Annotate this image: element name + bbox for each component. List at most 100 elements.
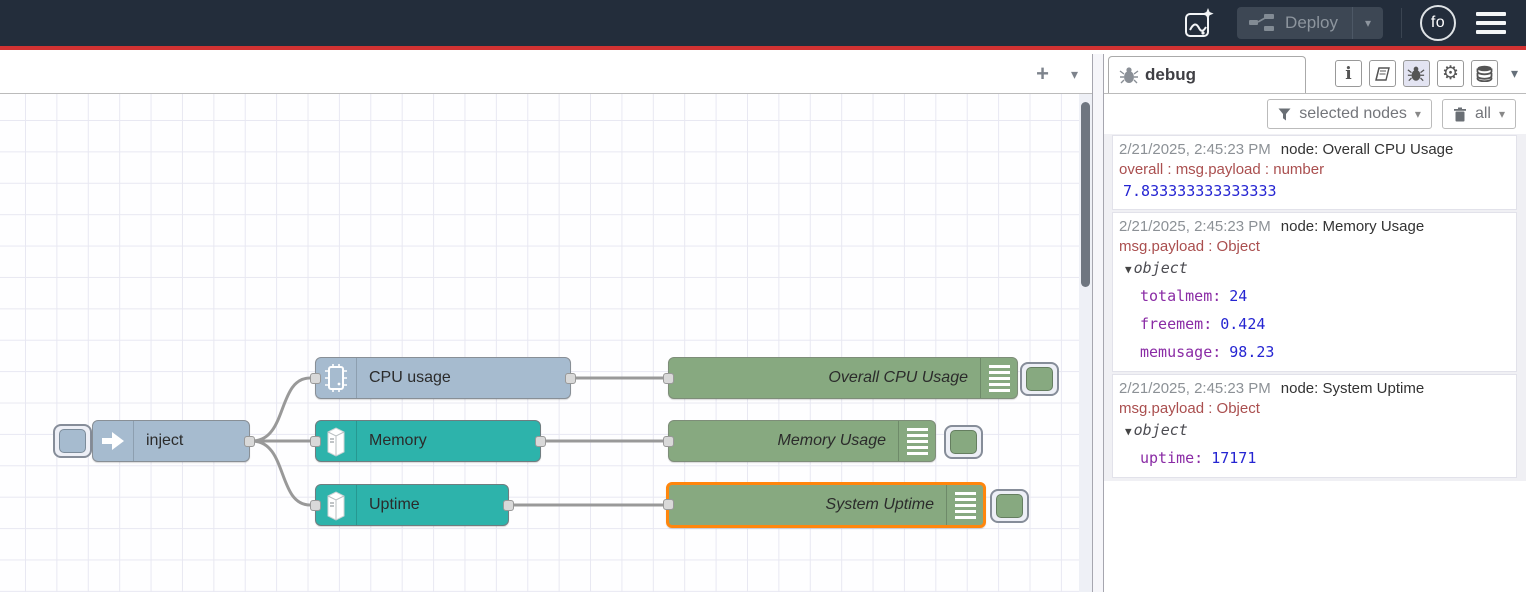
node-label: Memory bbox=[357, 421, 540, 461]
debug-message[interactable]: 2/21/2025, 2:45:23 PMnode: Overall CPU U… bbox=[1112, 135, 1517, 210]
debug-tab-button[interactable] bbox=[1403, 60, 1430, 87]
node-inject[interactable]: inject bbox=[92, 420, 250, 462]
header-bar: Deploy ▾ fo bbox=[0, 0, 1526, 50]
debug-message[interactable]: 2/21/2025, 2:45:23 PMnode: System Uptime… bbox=[1112, 374, 1517, 478]
main-menu-button[interactable] bbox=[1474, 8, 1508, 38]
header-separator bbox=[1401, 8, 1402, 38]
entry-value: 0.424 bbox=[1220, 315, 1265, 333]
debug-toggle-button[interactable] bbox=[990, 489, 1029, 523]
inject-trigger-button[interactable] bbox=[53, 424, 92, 458]
node-label: inject bbox=[134, 421, 249, 461]
debug-filter-row: selected nodes ▾ all ▾ bbox=[1104, 94, 1526, 134]
input-port[interactable] bbox=[663, 436, 674, 447]
node-memory[interactable]: Memory bbox=[315, 420, 541, 462]
info-tab-button[interactable]: i bbox=[1335, 60, 1362, 87]
node-cpu-usage[interactable]: CPU usage bbox=[315, 357, 571, 399]
object-entry: totalmem: 24 bbox=[1119, 282, 1510, 310]
funnel-icon bbox=[1278, 108, 1291, 121]
output-port[interactable] bbox=[565, 373, 576, 384]
message-property-path: overall : msg.payload : number bbox=[1119, 160, 1510, 179]
node-debug-overall-cpu[interactable]: Overall CPU Usage bbox=[668, 357, 1018, 399]
debug-output-icon bbox=[946, 485, 983, 525]
entry-value: 98.23 bbox=[1229, 343, 1274, 361]
debug-filter-label: selected nodes bbox=[1299, 105, 1407, 123]
node-debug-system-uptime[interactable]: System Uptime bbox=[666, 482, 986, 528]
node-label: Uptime bbox=[357, 485, 508, 525]
help-tab-button[interactable] bbox=[1369, 60, 1396, 87]
book-icon bbox=[1373, 66, 1391, 82]
scrollbar-thumb[interactable] bbox=[1081, 102, 1090, 287]
object-expand-toggle[interactable]: ▼object bbox=[1119, 418, 1510, 444]
debug-toggle-button[interactable] bbox=[944, 425, 983, 459]
hamburger-icon bbox=[1476, 12, 1506, 16]
object-expand-toggle[interactable]: ▼object bbox=[1119, 256, 1510, 282]
message-value: 7.833333333333333 bbox=[1119, 179, 1510, 204]
entry-key: memusage: bbox=[1140, 343, 1221, 361]
node-debug-memory-usage[interactable]: Memory Usage bbox=[668, 420, 936, 462]
debug-message-list: 2/21/2025, 2:45:23 PM node: Overall CPU U… bbox=[1104, 134, 1526, 481]
debug-toggle-button[interactable] bbox=[1020, 362, 1059, 396]
tab-debug-label: debug bbox=[1145, 65, 1196, 85]
input-port[interactable] bbox=[663, 499, 674, 510]
caret-down-icon: ▾ bbox=[1415, 107, 1421, 121]
tab-debug[interactable]: debug bbox=[1108, 56, 1306, 93]
trash-icon bbox=[1453, 107, 1467, 122]
node-label: System Uptime bbox=[669, 485, 946, 525]
database-icon bbox=[1476, 65, 1493, 82]
output-port[interactable] bbox=[503, 500, 514, 511]
input-port[interactable] bbox=[310, 373, 321, 384]
node-label: Overall CPU Usage bbox=[669, 358, 980, 398]
debug-clear-label: all bbox=[1475, 105, 1491, 123]
bug-icon bbox=[1407, 65, 1425, 82]
entry-key: uptime: bbox=[1140, 449, 1203, 467]
deploy-dropdown-button[interactable]: ▾ bbox=[1352, 7, 1383, 39]
sidebar-tab-bar: debug i bbox=[1104, 54, 1526, 94]
input-port[interactable] bbox=[663, 373, 674, 384]
tree-caret-icon: ▼ bbox=[1125, 425, 1132, 438]
node-label: CPU usage bbox=[357, 358, 570, 398]
server-tower-icon bbox=[323, 489, 349, 521]
node-uptime[interactable]: Uptime bbox=[315, 484, 509, 526]
debug-output-icon bbox=[898, 421, 935, 461]
entry-value: 17171 bbox=[1211, 449, 1256, 467]
user-avatar[interactable]: fo bbox=[1420, 5, 1456, 41]
output-port[interactable] bbox=[535, 436, 546, 447]
message-property-path: msg.payload : Object bbox=[1119, 237, 1510, 256]
deploy-button-label: Deploy bbox=[1285, 13, 1338, 33]
caret-down-icon: ▾ bbox=[1365, 16, 1371, 30]
debug-filter-button[interactable]: selected nodes ▾ bbox=[1267, 99, 1432, 129]
input-port[interactable] bbox=[310, 436, 321, 447]
message-property-path: msg.payload : Object bbox=[1119, 399, 1510, 418]
node-label: Memory Usage bbox=[669, 421, 898, 461]
workspace-column: + ▾ bbox=[0, 54, 1092, 592]
message-source-node: node: System Uptime bbox=[1281, 380, 1424, 397]
entry-value: 24 bbox=[1229, 287, 1247, 305]
info-icon: i bbox=[1345, 64, 1351, 84]
add-flow-button[interactable]: + bbox=[1036, 63, 1049, 85]
context-data-tab-button[interactable] bbox=[1471, 60, 1498, 87]
ai-assistant-icon bbox=[1182, 6, 1216, 40]
object-entry: memusage: 98.23 bbox=[1119, 338, 1510, 366]
sidebar-tabs-dropdown-button[interactable]: ▾ bbox=[1511, 65, 1518, 82]
bug-icon bbox=[1119, 66, 1139, 84]
config-nodes-tab-button[interactable]: ⚙ bbox=[1437, 60, 1464, 87]
deploy-button[interactable]: Deploy ▾ bbox=[1237, 7, 1383, 39]
inject-arrow-icon bbox=[101, 431, 125, 451]
debug-message[interactable]: 2/21/2025, 2:45:23 PMnode: Memory Usage … bbox=[1112, 212, 1517, 372]
caret-down-icon: ▾ bbox=[1499, 107, 1505, 121]
ai-assistant-button[interactable] bbox=[1179, 4, 1219, 42]
canvas-vertical-scrollbar[interactable] bbox=[1079, 94, 1092, 592]
message-source-node: node: Memory Usage bbox=[1281, 218, 1424, 235]
flow-canvas[interactable]: inject CPU usage bbox=[0, 94, 1079, 592]
debug-clear-button[interactable]: all ▾ bbox=[1442, 99, 1516, 129]
flow-list-dropdown-button[interactable]: ▾ bbox=[1071, 67, 1078, 81]
message-timestamp: 2/21/2025, 2:45:23 PM bbox=[1119, 218, 1271, 235]
input-port[interactable] bbox=[310, 500, 321, 511]
flow-tab-bar: + ▾ bbox=[0, 54, 1092, 94]
gear-icon: ⚙ bbox=[1442, 64, 1459, 83]
sidebar-splitter[interactable] bbox=[1092, 54, 1104, 592]
object-entry: freemem:0.424 bbox=[1119, 310, 1510, 338]
output-port[interactable] bbox=[244, 436, 255, 447]
entry-key: totalmem: bbox=[1140, 287, 1221, 305]
message-source-node: node: Overall CPU Usage bbox=[1281, 141, 1454, 158]
